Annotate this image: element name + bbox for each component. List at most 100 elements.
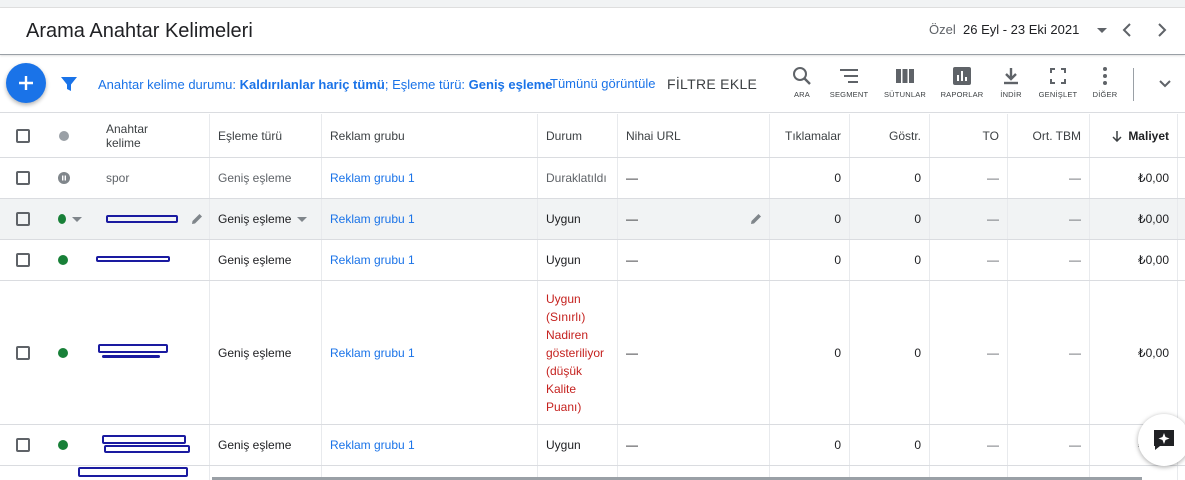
chevron-right-icon[interactable]	[1153, 20, 1171, 40]
redacted-keyword	[98, 344, 168, 353]
keyword-text[interactable]	[82, 240, 210, 280]
table-row[interactable]: Geniş eşleme Reklam grubu 1 Uygun — 0 0 …	[0, 199, 1185, 240]
status-text: Uygun	[538, 425, 618, 465]
table-row[interactable]: Geniş eşleme Reklam grubu 1 Uygun — 0 0 …	[0, 425, 1185, 466]
row-checkbox[interactable]	[16, 345, 30, 360]
col-ctr[interactable]: TO	[930, 114, 1008, 157]
ad-group-link[interactable]: Reklam grubu 1	[322, 425, 538, 465]
table-row[interactable]: Geniş eşleme Reklam grubu 1 Uygun (Sınır…	[0, 281, 1185, 425]
match-type-select[interactable]: Geniş eşleme	[210, 199, 322, 239]
clicks-value: 0	[770, 199, 850, 239]
final-url: —	[618, 240, 770, 280]
active-filters[interactable]: Anahtar kelime durumu: Kaldırılanlar har…	[98, 77, 552, 92]
redacted-keyword	[78, 467, 188, 477]
date-range-label: Özel	[929, 22, 956, 37]
row-checkbox[interactable]	[16, 171, 30, 185]
impressions-value: 0	[850, 240, 930, 280]
match-type: Geniş eşleme	[210, 281, 322, 424]
paused-status-icon	[58, 172, 70, 184]
pencil-icon[interactable]	[190, 212, 204, 226]
columns-tool[interactable]: SÜTUNLAR	[880, 66, 930, 99]
impressions-value: 0	[850, 199, 930, 239]
row-checkbox[interactable]	[16, 212, 30, 226]
redacted-keyword-line	[104, 445, 190, 453]
segment-tool[interactable]: SEGMENT	[824, 66, 874, 99]
date-dropdown-icon[interactable]	[1097, 28, 1107, 33]
row-checkbox[interactable]	[16, 438, 30, 452]
filter-icon[interactable]	[60, 75, 78, 93]
avg-cpc-value: —	[1008, 158, 1090, 198]
sparkle-chat-icon	[1154, 430, 1174, 450]
col-match-type[interactable]: Eşleme türü	[210, 114, 322, 157]
bar-chart-icon	[953, 67, 971, 85]
final-url: —	[618, 199, 770, 239]
pencil-icon[interactable]	[749, 212, 763, 226]
avg-cpc-value: —	[1008, 240, 1090, 280]
cost-value: ₺0,00	[1090, 281, 1178, 424]
redacted-keyword-line	[102, 355, 160, 358]
add-button[interactable]	[6, 63, 46, 103]
add-filter-button[interactable]: FİLTRE EKLE	[667, 76, 757, 92]
download-tool[interactable]: İNDİR	[986, 66, 1036, 99]
match-type: Geniş eşleme	[210, 425, 322, 465]
table-row[interactable]: spor Geniş eşleme Reklam grubu 1 Durakla…	[0, 158, 1185, 199]
clicks-value: 0	[770, 240, 850, 280]
more-tool[interactable]: DİĞER	[1080, 66, 1130, 99]
col-impressions[interactable]: Göstr.	[850, 114, 930, 157]
keyword-text[interactable]	[82, 199, 210, 239]
col-status[interactable]: Durum	[538, 114, 618, 157]
toolbar: Anahtar kelime durumu: Kaldırılanlar har…	[0, 56, 1185, 113]
ad-group-link[interactable]: Reklam grubu 1	[322, 158, 538, 198]
date-range-picker[interactable]: 26 Eyl - 23 Eki 2021	[963, 22, 1079, 37]
clicks-value: 0	[770, 158, 850, 198]
cost-value: ₺0,00	[1090, 240, 1178, 280]
clicks-value: 0	[770, 281, 850, 424]
col-ad-group[interactable]: Reklam grubu	[322, 114, 538, 157]
status-header-icon	[59, 130, 69, 141]
row-checkbox[interactable]	[16, 253, 30, 267]
cost-value: ₺0,00	[1090, 199, 1178, 239]
assistant-button[interactable]	[1138, 414, 1185, 466]
table-header-row: Anahtar kelime Eşleme türü Reklam grubu …	[0, 114, 1185, 158]
col-final-url[interactable]: Nihai URL	[618, 114, 770, 157]
select-all-checkbox[interactable]	[16, 128, 30, 143]
col-clicks[interactable]: Tıklamalar	[770, 114, 850, 157]
table-row[interactable]: Geniş eşleme Reklam grubu 1 Uygun — 0 0 …	[0, 240, 1185, 281]
col-cost[interactable]: Maliyet	[1090, 114, 1178, 157]
ad-group-link[interactable]: Reklam grubu 1	[322, 281, 538, 424]
search-tool[interactable]: ARA	[777, 66, 827, 99]
col-avg-cpc[interactable]: Ort. TBM	[1008, 114, 1090, 157]
expand-tool[interactable]: GENİŞLET	[1033, 66, 1083, 99]
keyword-text[interactable]: spor	[82, 158, 210, 198]
avg-cpc-value: —	[1008, 425, 1090, 465]
avg-cpc-value: —	[1008, 199, 1090, 239]
chevron-left-icon[interactable]	[1118, 20, 1136, 40]
ad-group-link[interactable]: Reklam grubu 1	[322, 240, 538, 280]
clicks-value: 0	[770, 425, 850, 465]
keyword-text[interactable]	[78, 466, 210, 480]
status-text: Uygun	[538, 240, 618, 280]
arrow-down-icon	[1112, 130, 1122, 142]
avg-cpc-value: —	[1008, 281, 1090, 424]
status-text: Duraklatıldı	[538, 158, 618, 198]
keyword-text[interactable]	[82, 425, 210, 465]
status-limited[interactable]: Uygun (Sınırlı) Nadiren gösteriliyor (dü…	[538, 281, 618, 424]
enabled-status-icon	[58, 347, 68, 358]
match-type: Geniş eşleme	[210, 240, 322, 280]
download-icon	[1004, 68, 1018, 85]
match-type: Geniş eşleme	[210, 158, 322, 198]
status-text: Uygun	[538, 199, 618, 239]
col-keyword[interactable]: Anahtar kelime	[82, 114, 210, 157]
ctr-value: —	[930, 240, 1008, 280]
status-dropdown-icon[interactable]	[72, 216, 82, 222]
fullscreen-icon	[1050, 68, 1066, 84]
final-url: —	[618, 425, 770, 465]
redacted-keyword	[96, 256, 170, 262]
enabled-status-icon	[58, 255, 68, 265]
view-all-link[interactable]: Tümünü görüntüle	[550, 76, 656, 91]
ad-group-link[interactable]: Reklam grubu 1	[322, 199, 538, 239]
impressions-value: 0	[850, 425, 930, 465]
chevron-down-icon[interactable]	[1157, 76, 1173, 92]
reports-tool[interactable]: RAPORLAR	[937, 66, 987, 99]
keyword-text[interactable]	[82, 281, 210, 424]
